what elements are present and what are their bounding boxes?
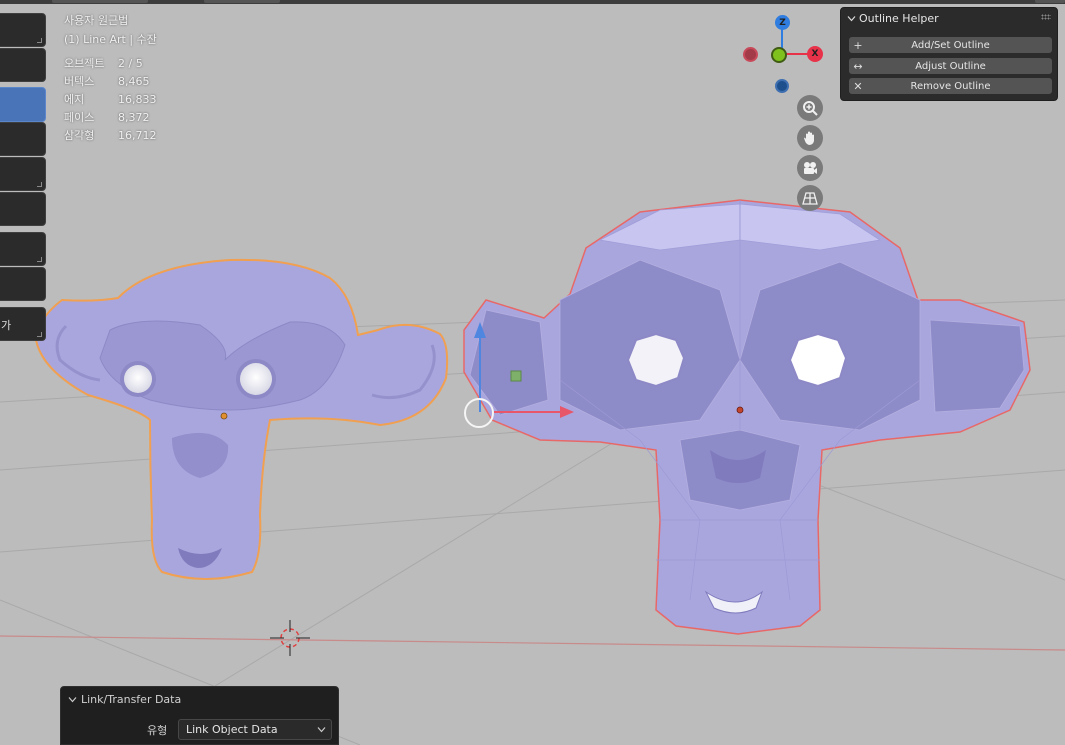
stat-row: 오브젝트 2 / 5	[64, 57, 143, 70]
arrows-horizontal-icon: ↔	[853, 59, 863, 73]
chevron-down-icon	[68, 697, 77, 703]
link-transfer-data-panel: Link/Transfer Data 유형 Link Object Data	[60, 686, 339, 745]
view-mode-label: 사용자 원근법	[64, 14, 129, 27]
left-panel-item[interactable]	[0, 157, 46, 191]
stat-row: 페이스 8,372	[64, 111, 150, 124]
monkey-faceted	[463, 199, 1031, 635]
chevron-down-icon	[317, 727, 326, 733]
viewport-text-overlay: 사용자 원근법 (1) Line Art | 수잔 오브젝트 2 / 5 버텍스 8…	[64, 11, 157, 145]
gizmo-neg-x-axis[interactable]	[743, 47, 758, 62]
outline-helper-header[interactable]: Outline Helper	[847, 12, 939, 25]
collection-label: (1) Line Art | 수잔	[64, 33, 157, 46]
left-panel-item[interactable]	[0, 122, 46, 156]
ortho-grid-icon[interactable]	[797, 185, 823, 211]
gizmo-y-axis[interactable]	[771, 47, 787, 63]
left-panel-item[interactable]	[0, 13, 46, 47]
x-axis-line	[0, 635, 1065, 651]
monkey-smooth	[34, 258, 449, 580]
left-panel-cut-text: 가	[1, 319, 12, 332]
stat-row: 삼각형 16,712	[64, 129, 157, 142]
add-set-outline-button[interactable]: + Add/Set Outline	[849, 37, 1052, 53]
gizmo-x-axis[interactable]: X	[807, 46, 823, 62]
link-transfer-data-header[interactable]: Link/Transfer Data	[68, 693, 181, 706]
left-panel-item[interactable]	[0, 267, 46, 301]
stat-row: 버텍스 8,465	[64, 75, 150, 88]
chevron-down-icon	[847, 16, 856, 22]
camera-icon[interactable]	[797, 155, 823, 181]
type-field-label: 유형	[147, 724, 168, 737]
left-panel-item[interactable]	[0, 48, 46, 82]
zoom-icon[interactable]	[797, 95, 823, 121]
panel-grip-icon[interactable]	[1041, 14, 1051, 20]
left-panel-item[interactable]: 가	[0, 307, 46, 341]
3d-viewport[interactable]: 가 사용자 원근법 (1) Line Art | 수잔 오브젝트 2 / 5 버텍…	[0, 0, 1065, 745]
3d-cursor	[270, 620, 310, 656]
left-panel-item-active[interactable]	[0, 87, 46, 122]
x-icon: ✕	[853, 79, 863, 93]
pan-hand-icon[interactable]	[797, 125, 823, 151]
outline-helper-panel: Outline Helper + Add/Set Outline ↔ Adjus…	[840, 7, 1058, 101]
plus-icon: +	[853, 38, 863, 52]
scene-render	[0, 199, 1065, 745]
adjust-outline-button[interactable]: ↔ Adjust Outline	[849, 58, 1052, 74]
scene-statistics: 오브젝트 2 / 5 버텍스 8,465 에지 16,833 페이스 8,372 삼각형…	[64, 55, 157, 145]
outline-helper-title: Outline Helper	[859, 12, 939, 25]
remove-outline-button[interactable]: ✕ Remove Outline	[849, 78, 1052, 94]
type-dropdown-value: Link Object Data	[186, 723, 278, 736]
type-dropdown[interactable]: Link Object Data	[178, 719, 332, 740]
left-panel-item[interactable]	[0, 232, 46, 266]
left-panel-item[interactable]	[0, 192, 46, 226]
gizmo-z-axis[interactable]: Z	[775, 15, 790, 30]
stat-row: 에지 16,833	[64, 93, 157, 106]
panel-title: Link/Transfer Data	[81, 693, 182, 706]
gizmo-neg-z-axis[interactable]	[775, 79, 789, 93]
